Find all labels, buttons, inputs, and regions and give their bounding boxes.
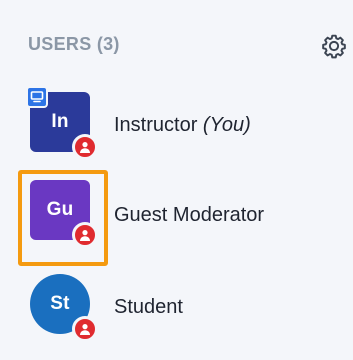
user-list-item-student[interactable]: St Student: [0, 268, 353, 348]
avatar-initials: Gu: [46, 199, 74, 220]
user-name: Instructor (You): [114, 114, 251, 137]
presenter-icon: [26, 86, 48, 108]
user-name-text: Guest Moderator: [114, 204, 265, 226]
gear-icon[interactable]: [321, 33, 347, 59]
you-label: (You): [202, 114, 251, 136]
moderator-badge-icon: [72, 134, 98, 160]
users-title: USERS (3): [28, 34, 120, 54]
avatar-wrap: In: [26, 86, 98, 160]
user-list-panel: USERS (3) In Instructor (You) Gu Guest M…: [0, 0, 353, 360]
avatar-initials: In: [51, 111, 69, 132]
user-name-text: Student: [114, 296, 183, 318]
avatar-initials: St: [50, 293, 70, 314]
avatar-wrap: Gu: [30, 180, 98, 248]
moderator-badge-icon: [72, 316, 98, 342]
user-name: Guest Moderator: [114, 204, 264, 227]
avatar-wrap: St: [30, 274, 98, 342]
moderator-badge-icon: [72, 222, 98, 248]
user-list-item-instructor[interactable]: In Instructor (You): [0, 86, 353, 166]
user-name-text: Instructor: [114, 114, 198, 136]
user-list-item-guest-moderator[interactable]: Gu Guest Moderator: [0, 176, 353, 256]
users-header: USERS (3): [28, 30, 348, 70]
user-name: Student: [114, 296, 183, 319]
